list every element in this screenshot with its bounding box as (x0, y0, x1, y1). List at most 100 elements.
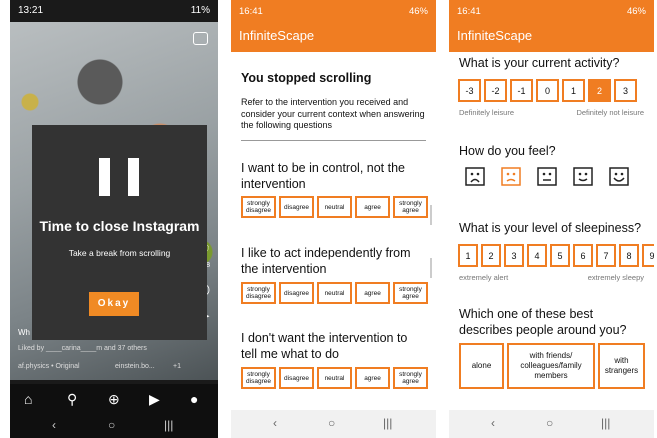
sleepiness-option[interactable]: 5 (550, 244, 570, 267)
camera-icon[interactable] (193, 32, 208, 45)
home-button-icon[interactable]: ○ (108, 418, 115, 432)
instagram-phone: 13:21 11% ♡ 38 ◯ ➤ Time to close Instagr… (10, 0, 218, 438)
statement-1: I want to be in control, not the interve… (241, 161, 405, 191)
likert-option[interactable]: agree (355, 367, 390, 389)
sad-face-icon[interactable] (499, 166, 523, 188)
audio-label[interactable]: af.physics • Original (18, 363, 80, 370)
likert-row-1: strongly disagree disagree neutral agree… (241, 196, 428, 218)
activity-option[interactable]: 3 (614, 79, 637, 102)
sleepiness-option[interactable]: 4 (527, 244, 547, 267)
likert-option[interactable]: neutral (317, 367, 352, 389)
people-options: alone with friends/ colleagues/family me… (459, 343, 645, 389)
home-icon[interactable]: ⌂ (24, 391, 32, 407)
sleepiness-option[interactable]: 7 (596, 244, 616, 267)
recents-icon[interactable]: ||| (383, 416, 392, 430)
okay-button[interactable]: Okay (89, 292, 139, 316)
battery-level: 46% (626, 6, 646, 17)
tagged-user[interactable]: einstein.bo... (115, 363, 155, 370)
very-sad-face-icon[interactable] (463, 166, 487, 188)
sleepiness-option[interactable]: 9 (642, 244, 654, 267)
activity-left-label: Definitely leisure (459, 108, 515, 117)
likert-option[interactable]: agree (355, 282, 390, 304)
sleepiness-option[interactable]: 8 (619, 244, 639, 267)
likert-option[interactable]: disagree (279, 367, 314, 389)
likert-option[interactable]: strongly agree (393, 196, 428, 218)
sleepiness-option[interactable]: 2 (481, 244, 501, 267)
system-nav: ‹ ○ ||| (10, 414, 218, 438)
sleepiness-question: What is your level of sleepiness? (459, 221, 642, 235)
likert-row-2: strongly disagree disagree neutral agree… (241, 282, 428, 304)
statement-3: I don't want the intervention to tell me… (241, 331, 408, 361)
happy-face-icon[interactable] (571, 166, 595, 188)
reels-icon[interactable]: ▶ (149, 391, 160, 408)
back-icon[interactable]: ‹ (491, 416, 495, 430)
app-title: InfiniteScape (239, 28, 315, 43)
likert-option[interactable]: disagree (279, 282, 314, 304)
sleepiness-option[interactable]: 1 (458, 244, 478, 267)
home-button-icon[interactable]: ○ (328, 416, 335, 430)
status-bar: 13:21 11% (10, 0, 218, 22)
likert-option[interactable]: strongly agree (393, 282, 428, 304)
system-nav: ‹ ○ ||| (231, 410, 436, 438)
recents-icon[interactable]: ||| (601, 416, 610, 430)
activity-option[interactable]: -3 (458, 79, 481, 102)
instagram-nav: ⌂ ⚲ ⊕ ▶ ● (10, 384, 218, 416)
statement-2: I like to act independently from the int… (241, 246, 411, 276)
sleepiness-option[interactable]: 3 (504, 244, 524, 267)
likert-option[interactable]: strongly disagree (241, 282, 276, 304)
likert-row-3: strongly disagree disagree neutral agree… (241, 367, 428, 389)
recents-icon[interactable]: ||| (164, 418, 173, 432)
app-bar: 16:41 46% InfiniteScape (231, 0, 436, 52)
likert-option[interactable]: neutral (317, 196, 352, 218)
scrollbar[interactable] (430, 258, 432, 278)
search-icon[interactable]: ⚲ (67, 391, 77, 408)
survey-phone-2: 16:41 46% InfiniteScape What is your cur… (449, 0, 654, 438)
home-button-icon[interactable]: ○ (546, 416, 553, 430)
more-count: +1 (173, 363, 181, 370)
activity-option[interactable]: -1 (510, 79, 533, 102)
app-title: InfiniteScape (457, 28, 533, 43)
status-time: 13:21 (18, 5, 44, 16)
modal-subtitle: Take a break from scrolling (68, 248, 171, 258)
activity-right-label: Definitely not leisure (576, 108, 644, 117)
feel-question: How do you feel? (459, 144, 556, 158)
likert-option[interactable]: neutral (317, 282, 352, 304)
add-post-icon[interactable]: ⊕ (108, 391, 120, 408)
sleepiness-left-label: extremely alert (459, 273, 509, 282)
intervention-modal: Time to close Instagram Take a break fro… (32, 125, 207, 340)
likert-option[interactable]: strongly disagree (241, 367, 276, 389)
back-icon[interactable]: ‹ (273, 416, 277, 430)
activity-scale: -3 -2 -1 0 1 2 3 (458, 79, 637, 102)
divider (241, 140, 426, 141)
scrollbar[interactable] (430, 205, 432, 225)
survey-phone-1: 16:41 46% InfiniteScape You stopped scro… (231, 0, 436, 438)
liked-by[interactable]: Liked by ____carina____m and 37 others (18, 345, 147, 352)
instructions: Refer to the intervention you received a… (241, 97, 425, 130)
back-icon[interactable]: ‹ (52, 418, 56, 432)
people-option-strangers[interactable]: with strangers (598, 343, 645, 389)
feel-scale (463, 166, 631, 188)
pause-icon (99, 158, 139, 196)
very-happy-face-icon[interactable] (607, 166, 631, 188)
app-bar: 16:41 46% InfiniteScape (449, 0, 654, 52)
profile-avatar[interactable]: ● (190, 391, 198, 407)
activity-question: What is your current activity? (459, 56, 620, 70)
sleepiness-option[interactable]: 6 (573, 244, 593, 267)
neutral-face-icon[interactable] (535, 166, 559, 188)
modal-title: Time to close Instagram (39, 218, 200, 234)
people-question: Which one of these best describes people… (459, 307, 627, 337)
activity-option[interactable]: -2 (484, 79, 507, 102)
page-title: You stopped scrolling (241, 71, 372, 85)
likert-option[interactable]: strongly agree (393, 367, 428, 389)
likert-option[interactable]: agree (355, 196, 390, 218)
activity-option[interactable]: 1 (562, 79, 585, 102)
battery-level: 11% (190, 5, 210, 16)
activity-option[interactable]: 0 (536, 79, 559, 102)
people-option-alone[interactable]: alone (459, 343, 504, 389)
activity-option-selected[interactable]: 2 (588, 79, 611, 102)
status-time: 16:41 (239, 6, 263, 17)
sleepiness-scale: 1 2 3 4 5 6 7 8 9 (458, 244, 654, 267)
people-option-friends[interactable]: with friends/ colleagues/family members (507, 343, 595, 389)
likert-option[interactable]: strongly disagree (241, 196, 276, 218)
likert-option[interactable]: disagree (279, 196, 314, 218)
